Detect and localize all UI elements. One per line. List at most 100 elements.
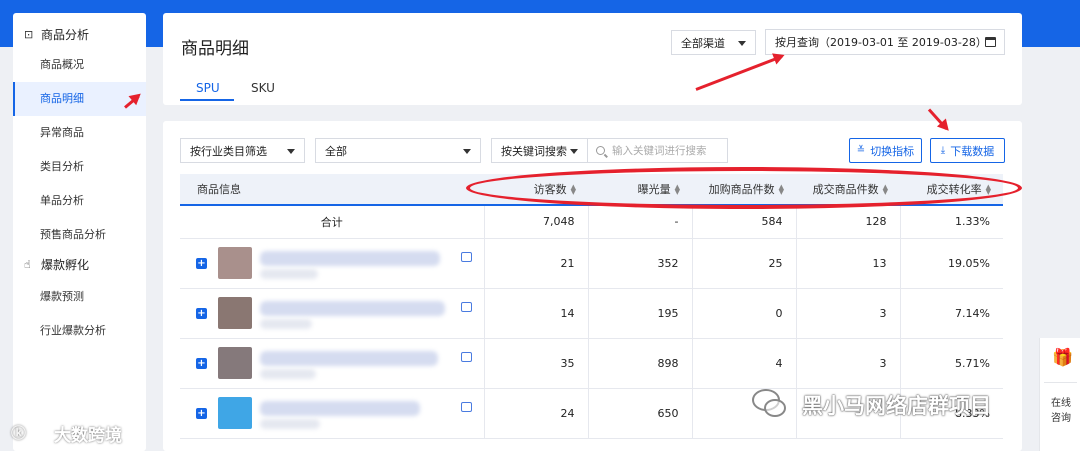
table-row[interactable]: + 35 898 4 3 5.71%: [180, 338, 1003, 389]
table-cell: 584: [692, 205, 797, 239]
chevron-double-down-icon: ≚: [856, 145, 866, 156]
category-value: 全部: [325, 144, 347, 158]
tab-spu[interactable]: SPU: [196, 81, 220, 95]
table-cell: 7.14%: [900, 288, 1003, 339]
sidebar-item-overview[interactable]: 商品概况: [13, 48, 146, 82]
trend-chart-icon[interactable]: [460, 351, 472, 362]
table-cell: 128: [796, 205, 901, 239]
trend-chart-icon[interactable]: [460, 301, 472, 312]
sidebar-item-abnormal[interactable]: 异常商品: [13, 116, 146, 150]
chevron-down-icon: [570, 148, 578, 154]
table-cell: 13: [796, 238, 901, 289]
table-cell: 0: [692, 288, 797, 339]
expand-icon[interactable]: +: [196, 307, 207, 319]
table-cell: 19.05%: [900, 238, 1003, 289]
sidebar-group-label: 爆款孵化: [41, 257, 90, 272]
product-thumbnail[interactable]: [218, 246, 252, 279]
trend-chart-icon[interactable]: [460, 251, 472, 262]
table-cell: 3: [796, 288, 901, 339]
table-cell: 1.33%: [900, 205, 1003, 239]
total-row: 合计 7,048 - 584 128 1.33%: [180, 205, 1003, 239]
sidebar-group-label: 商品分析: [41, 27, 90, 42]
gift-icon[interactable]: 🎁: [1052, 348, 1073, 368]
active-tab-indicator: [180, 99, 234, 101]
keyword-mode-value: 按关键词搜索: [501, 144, 567, 158]
shopping-bag-icon: ⊡: [24, 27, 34, 41]
search-icon: [596, 146, 605, 155]
online-consult-panel[interactable]: 🎁 在线咨询: [1039, 338, 1080, 451]
chevron-down-icon: [287, 148, 295, 154]
download-icon: ⤓: [940, 145, 946, 156]
sidebar-item-hot-forecast[interactable]: 爆款预测: [13, 280, 146, 314]
expand-icon[interactable]: +: [196, 407, 207, 419]
sidebar-group-product-analysis[interactable]: ⊡ 商品分析: [13, 24, 146, 44]
wechat-icon: [752, 389, 786, 417]
column-header-product-info: 商品信息: [180, 174, 484, 206]
switch-metric-button[interactable]: ≚ 切换指标: [849, 138, 922, 163]
total-label: 合计: [180, 205, 485, 239]
industry-filter-select[interactable]: 按行业类目筛选: [180, 138, 305, 163]
search-input[interactable]: 输入关键词进行搜索: [588, 138, 728, 163]
date-range-value: 按月查询（2019-03-01 至 2019-03-28）: [775, 36, 987, 49]
search-placeholder: 输入关键词进行搜索: [612, 145, 707, 157]
sidebar-item-industry-hot[interactable]: 行业爆款分析: [13, 314, 146, 348]
table-row[interactable]: + 21 352 25 13 19.05%: [180, 238, 1003, 289]
category-select[interactable]: 全部: [315, 138, 481, 163]
table-row[interactable]: + 14 195 0 3 7.14%: [180, 288, 1003, 339]
chevron-down-icon: [738, 40, 746, 46]
online-consult-label[interactable]: 在线咨询: [1051, 396, 1071, 426]
chevron-down-icon: [463, 148, 471, 154]
product-id-blurred: [260, 368, 316, 379]
hand-icon: ☝: [24, 257, 31, 271]
sidebar-group-hot-incubation[interactable]: ☝ 爆款孵化: [13, 254, 146, 274]
product-info-cell: +: [180, 238, 485, 289]
sidebar: ⊡ 商品分析 商品概况 商品明细 异常商品 类目分析 单品分析 预售商品分析 ☝…: [13, 13, 146, 451]
watermark-logo-icon: ⓚ: [11, 424, 27, 442]
table-cell: 24: [484, 388, 589, 439]
table-cell: 7,048: [484, 205, 589, 239]
product-info-cell: +: [180, 288, 485, 339]
table-cell: 25: [692, 238, 797, 289]
table-cell: 21: [484, 238, 589, 289]
download-label: 下载数据: [950, 144, 995, 158]
download-data-button[interactable]: ⤓ 下载数据: [930, 138, 1005, 163]
channel-select[interactable]: 全部渠道: [671, 30, 756, 55]
product-thumbnail[interactable]: [218, 346, 252, 379]
switch-metric-label: 切换指标: [870, 144, 915, 158]
sidebar-item-category[interactable]: 类目分析: [13, 150, 146, 184]
table-cell: 3: [796, 338, 901, 389]
divider: [1044, 382, 1077, 383]
product-title-blurred: [260, 300, 445, 316]
page-title: 商品明细: [181, 39, 249, 59]
channel-select-value: 全部渠道: [681, 36, 725, 50]
expand-icon[interactable]: +: [196, 357, 207, 369]
watermark-right: 黑小马网络店群项目: [802, 394, 991, 418]
tab-sku[interactable]: SKU: [251, 81, 275, 95]
table-cell: 14: [484, 288, 589, 339]
sidebar-item-presale[interactable]: 预售商品分析: [13, 218, 146, 252]
header-card: 商品明细 全部渠道 按月查询（2019-03-01 至 2019-03-28） …: [163, 13, 1022, 105]
table-cell: 650: [588, 388, 693, 439]
table-cell: -: [588, 205, 693, 239]
product-id-blurred: [260, 418, 320, 429]
product-title-blurred: [260, 350, 438, 366]
table-cell: 898: [588, 338, 693, 389]
table-cell: 352: [588, 238, 693, 289]
trend-chart-icon[interactable]: [460, 401, 472, 412]
sidebar-item-product-detail[interactable]: 商品明细: [13, 82, 146, 116]
watermark-bottom-left: 大数跨境: [54, 426, 122, 446]
product-title-blurred: [260, 250, 440, 266]
date-range-picker[interactable]: 按月查询（2019-03-01 至 2019-03-28）: [765, 29, 1005, 55]
product-thumbnail[interactable]: [218, 396, 252, 429]
calendar-icon: [985, 37, 996, 47]
product-id-blurred: [260, 318, 312, 329]
product-title-blurred: [260, 400, 420, 416]
product-thumbnail[interactable]: [218, 296, 252, 329]
industry-filter-value: 按行业类目筛选: [190, 144, 267, 158]
table-cell: 195: [588, 288, 693, 339]
keyword-mode-select[interactable]: 按关键词搜索: [491, 138, 588, 163]
sidebar-item-single[interactable]: 单品分析: [13, 184, 146, 218]
annotation-ellipse: [466, 167, 1022, 209]
expand-icon[interactable]: +: [196, 257, 207, 269]
table-cell: 4: [692, 338, 797, 389]
